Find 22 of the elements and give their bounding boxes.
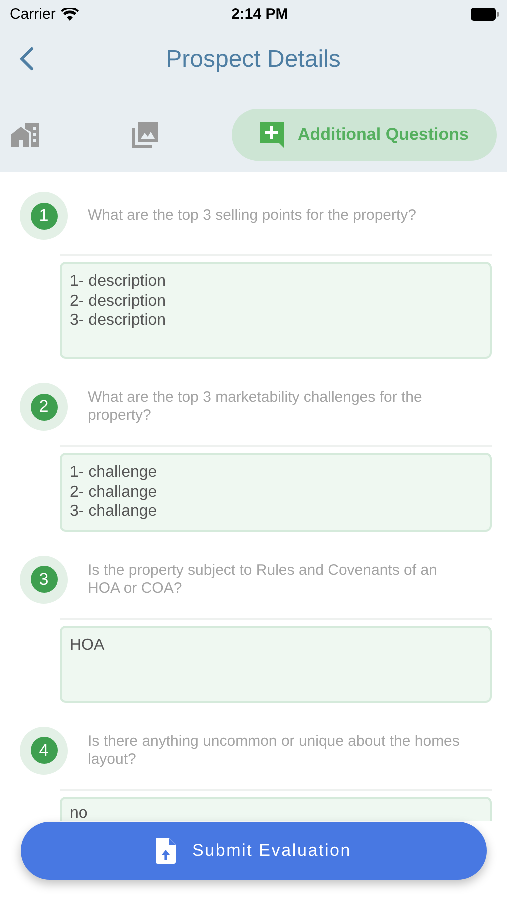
submit-button[interactable]: Submit Evaluation [21, 822, 487, 880]
clock: 2:14 PM [232, 6, 288, 22]
answer-field[interactable]: no [60, 796, 492, 820]
question-text: Is the property subject to Rules and Covenants of an HOA or COA? [88, 562, 438, 598]
gallery-icon [132, 122, 158, 148]
number-badge: 2 [20, 383, 68, 431]
carrier-label: Carrier [10, 6, 56, 22]
wifi-icon [60, 8, 79, 20]
battery-icon [470, 8, 499, 20]
question-text: Is there anything uncommon or unique about the homes layout? [88, 732, 461, 768]
question-text: What are the top 3 marketability challenges for the property? [88, 389, 424, 425]
house-icon [11, 123, 39, 147]
number-badge: 4 [20, 726, 68, 774]
file-upload-icon [156, 838, 176, 864]
answer-field[interactable]: HOA [60, 626, 492, 702]
screen-title: Prospect Details [166, 46, 341, 74]
answer-field[interactable]: 1- description 2- description 3- description [60, 262, 492, 359]
add-comment-icon [260, 122, 284, 148]
answer-field[interactable]: 1- challenge 2- challange 3- challange [60, 453, 492, 532]
number-badge: 1 [20, 192, 68, 240]
question-text: What are the top 3 selling points for the property? [88, 207, 418, 225]
number-badge: 3 [20, 556, 68, 604]
